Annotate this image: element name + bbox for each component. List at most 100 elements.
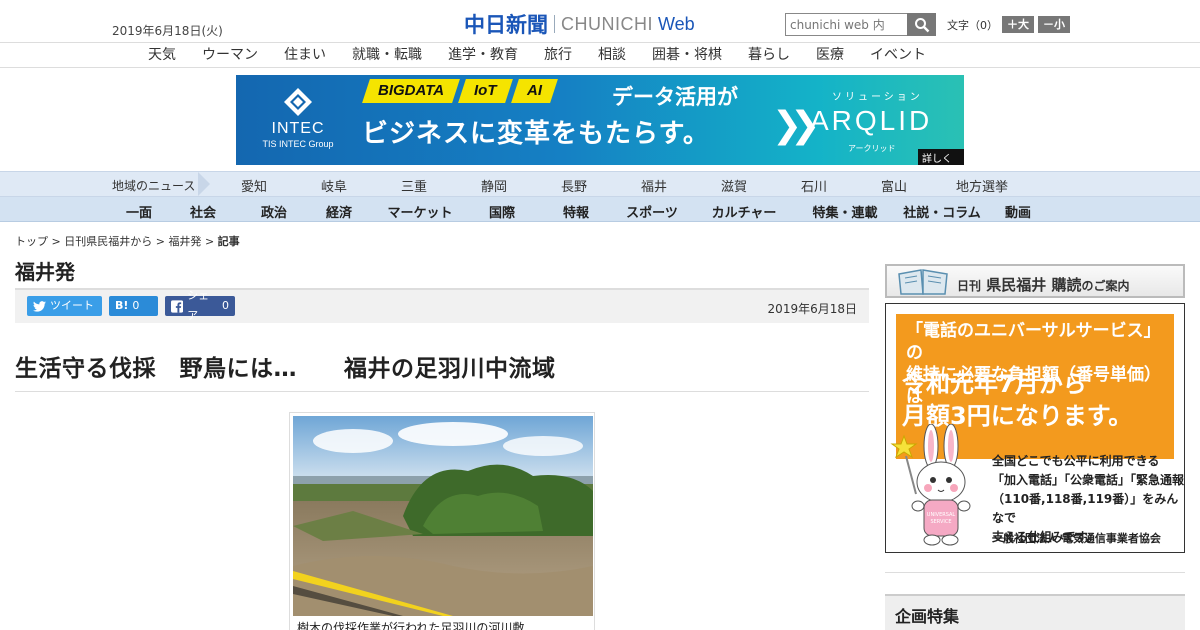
region-nav: 地域のニュース 愛知 岐阜 三重 静岡 長野 福井 滋賀 石川 富山 地方選挙 [0, 171, 1200, 197]
banner-tags: BIGDATA IoT AI [362, 79, 560, 103]
banner-tag: AI [510, 79, 558, 103]
breadcrumb-level2[interactable]: 福井発 [168, 235, 201, 248]
universal-service-ad[interactable]: 「電話のユニバーサルサービス」の 維持に必要な負担額（番号単価）は 令和元年7月… [885, 303, 1185, 553]
double-chevron-icon: ❯❯ [772, 105, 820, 146]
photo-caption: 樹木の伐採作業が行われた足羽川の河川敷 [297, 621, 525, 630]
solution-label: ソリューション [832, 92, 923, 103]
region-item-mie[interactable]: 三重 [374, 176, 454, 195]
banner-ad[interactable]: INTEC TIS INTEC Group BIGDATA IoT AI データ… [236, 75, 964, 165]
svg-text:SERVICE: SERVICE [930, 519, 951, 525]
subscription-suffix: のご案内 [1081, 279, 1130, 293]
category-nav: 一面 社会 政治 経済 マーケット 国際 特報 スポーツ カルチャー 特集・連載… [0, 197, 1200, 222]
ad-big-text: 令和元年7月から 月額3円になります。 [902, 370, 1133, 430]
menu-item-events[interactable]: イベント [857, 45, 939, 65]
category-society[interactable]: 社会 [168, 202, 238, 221]
category-editorials[interactable]: 社説・コラム [886, 202, 998, 221]
breadcrumb: トップ > 日刊県民福井から > 福井発 > 記事 [15, 233, 240, 249]
hatena-count: 0 [132, 299, 140, 312]
product-name: ARQLID [810, 105, 933, 136]
category-special-report[interactable]: 特報 [532, 202, 620, 221]
divider [15, 391, 869, 392]
menu-item-housing[interactable]: 住まい [271, 45, 339, 65]
region-item-shizuoka[interactable]: 静岡 [454, 176, 534, 195]
menu-item-medical[interactable]: 医療 [803, 45, 857, 65]
region-item-nagano[interactable]: 長野 [534, 176, 614, 195]
search-button[interactable] [907, 13, 936, 36]
newspaper-book-icon [898, 269, 948, 295]
breadcrumb-top[interactable]: トップ [15, 235, 48, 248]
rabbit-mascot-icon: UNIVERSAL SERVICE [890, 424, 971, 546]
details-button[interactable]: 詳しくは [918, 149, 964, 165]
menu-item-travel[interactable]: 旅行 [531, 45, 585, 65]
font-smaller-button[interactable]: －小 [1038, 16, 1070, 33]
menu-item-education[interactable]: 進学・教育 [435, 45, 531, 65]
search-input[interactable] [785, 13, 907, 36]
category-front-page[interactable]: 一面 [110, 202, 168, 221]
tweet-button[interactable]: ツイート [27, 296, 102, 316]
site-logo[interactable]: 中日新聞 CHUNICHI Web [464, 9, 695, 39]
service-menu: 天気 ウーマン 住まい 就職・転職 進学・教育 旅行 相談 囲碁・将棋 暮らし … [0, 42, 1200, 68]
menu-item-living[interactable]: 暮らし [735, 45, 803, 65]
breadcrumb-separator: > [155, 235, 165, 248]
current-date: 2019年6月18日(火) [112, 24, 223, 38]
sidebar-divider [885, 572, 1185, 573]
logo-english: CHUNICHI [561, 13, 653, 34]
region-item-fukui[interactable]: 福井 [614, 176, 694, 195]
category-market[interactable]: マーケット [368, 202, 472, 221]
intec-logo: INTEC TIS INTEC Group [258, 87, 338, 149]
breadcrumb-level1[interactable]: 日刊県民福井から [64, 235, 152, 248]
subscription-prefix: 日刊 [957, 279, 982, 293]
feature-title: 企画特集 [895, 607, 960, 626]
breadcrumb-separator: > [51, 235, 61, 248]
facebook-share-button[interactable]: シェア 0 [165, 289, 235, 322]
breadcrumb-current: 記事 [217, 235, 240, 248]
category-video[interactable]: 動画 [998, 202, 1038, 221]
twitter-bird-icon [33, 300, 46, 312]
hatena-bookmark-button[interactable]: B! 0 [109, 296, 158, 316]
menu-item-jobs[interactable]: 就職・転職 [339, 45, 435, 65]
region-item-shiga[interactable]: 滋賀 [694, 176, 774, 195]
article-photo[interactable] [289, 412, 595, 630]
share-count: 0 [222, 299, 229, 312]
intec-group: TIS INTEC Group [262, 139, 334, 149]
category-features[interactable]: 特集・連載 [804, 202, 886, 221]
article-date: 2019年6月18日 [767, 302, 857, 316]
site-search [785, 13, 936, 36]
subscription-text: 日刊 県民福井 購読のご案内 [957, 274, 1130, 295]
category-international[interactable]: 国際 [472, 202, 532, 221]
banner-tag: IoT [458, 79, 513, 103]
section-title: 福井発 [15, 260, 75, 284]
menu-item-consult[interactable]: 相談 [585, 45, 639, 65]
breadcrumb-separator: > [204, 235, 215, 248]
menu-item-weather[interactable]: 天気 [135, 45, 189, 65]
subscription-banner[interactable]: 日刊 県民福井 購読のご案内 [885, 264, 1185, 298]
region-item-ishikawa[interactable]: 石川 [774, 176, 854, 195]
category-culture[interactable]: カルチャー [684, 202, 804, 221]
subscription-word: 購読 [1051, 276, 1082, 294]
product-kana: アークリッド [848, 144, 896, 153]
riverbank-photo-image [293, 416, 593, 616]
category-sports[interactable]: スポーツ [620, 202, 684, 221]
region-nav-label: 地域のニュース [112, 179, 196, 193]
category-politics[interactable]: 政治 [238, 202, 310, 221]
logo-japanese: 中日新聞 [464, 12, 548, 37]
site-header: 2019年6月18日(火) 中日新聞 CHUNICHI Web 文字（0） ＋大… [0, 0, 1200, 42]
region-item-elections[interactable]: 地方選挙 [934, 176, 1030, 195]
banner-headline-2: ビジネスに変革をもたらす。 [362, 119, 710, 149]
region-item-toyama[interactable]: 富山 [854, 176, 934, 195]
region-item-gifu[interactable]: 岐阜 [294, 176, 374, 195]
region-arrow [198, 172, 210, 196]
menu-item-go-shogi[interactable]: 囲碁・将棋 [639, 45, 735, 65]
share-label: シェア [187, 289, 210, 322]
font-larger-button[interactable]: ＋大 [1002, 16, 1034, 33]
tweet-label: ツイート [50, 299, 94, 312]
hatena-icon: B! [115, 299, 129, 312]
banner-tag: BIGDATA [362, 79, 461, 103]
category-economy[interactable]: 経済 [310, 202, 368, 221]
font-size-label: 文字（0） [947, 18, 998, 32]
region-item-aichi[interactable]: 愛知 [214, 176, 294, 195]
subscription-name: 県民福井 [986, 276, 1047, 294]
intec-mark-icon [283, 87, 313, 117]
menu-item-woman[interactable]: ウーマン [189, 45, 271, 65]
feature-section-header: 企画特集 [885, 594, 1185, 630]
